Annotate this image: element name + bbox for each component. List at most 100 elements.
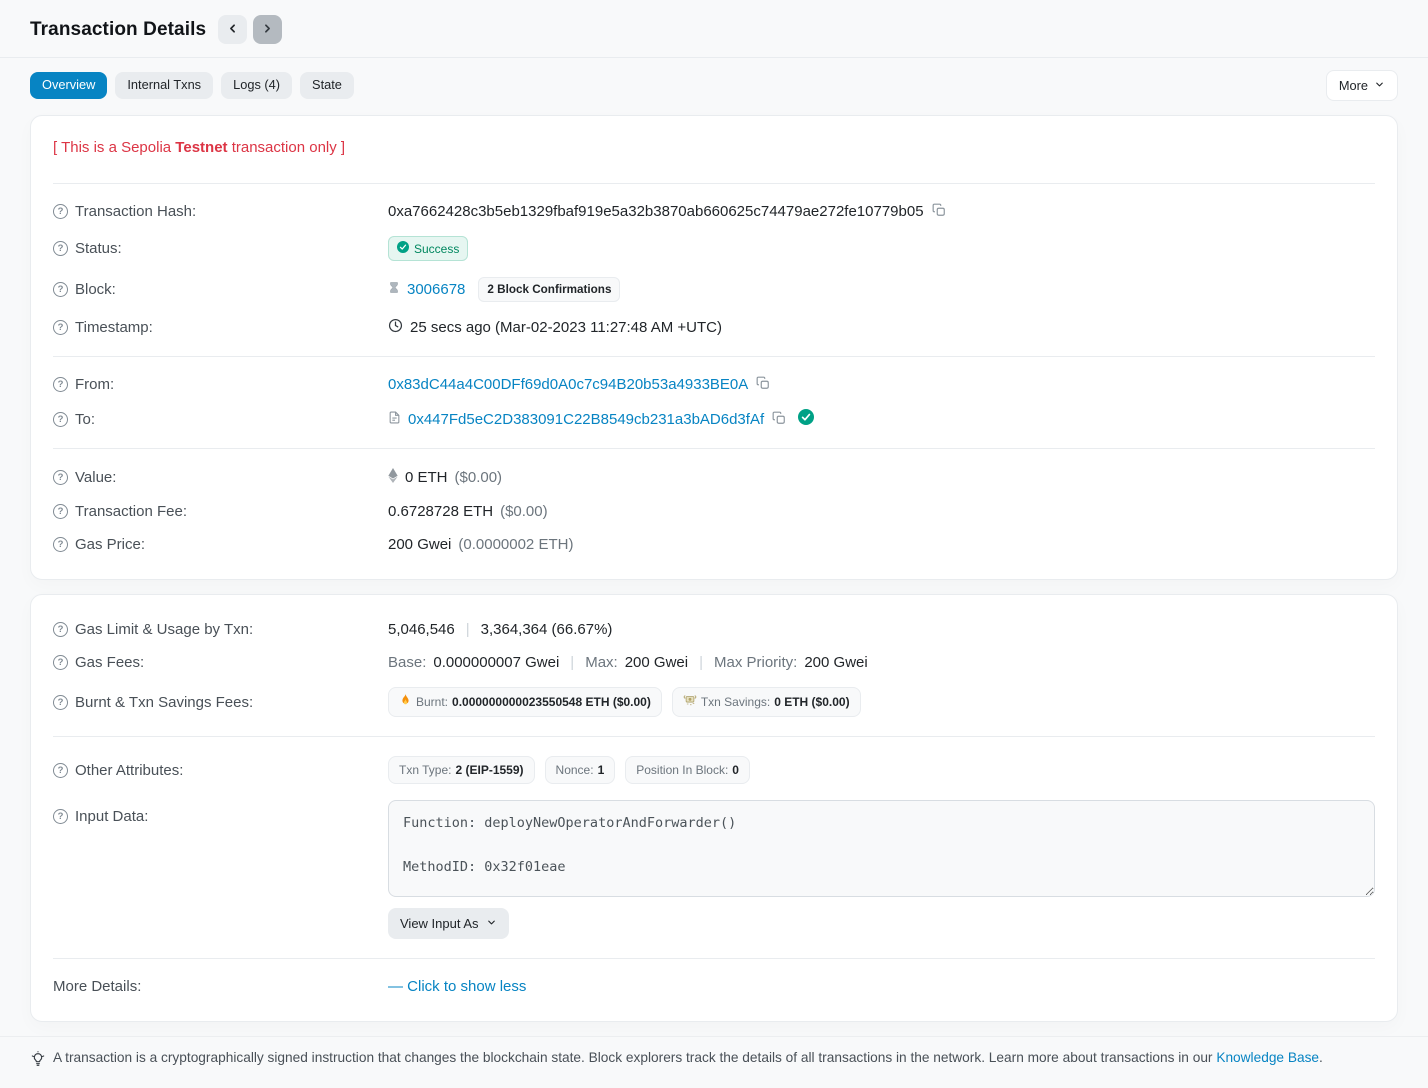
- divider: [53, 183, 1375, 184]
- transaction-fee-amount: 0.6728728 ETH: [388, 503, 493, 520]
- copy-icon: [772, 411, 786, 428]
- txn-type-value: 2 (EIP-1559): [455, 763, 523, 777]
- value-row: ? Value: 0 ETH ($0.00): [53, 460, 1375, 495]
- lightbulb-icon: [30, 1051, 46, 1070]
- other-attributes-row: ? Other Attributes: Txn Type: 2 (EIP-155…: [53, 748, 1375, 792]
- question-icon[interactable]: ?: [53, 763, 68, 778]
- transaction-fee-usd: ($0.00): [500, 503, 548, 520]
- question-icon[interactable]: ?: [53, 282, 68, 297]
- max-priority-value: 200 Gwei: [804, 654, 867, 671]
- status-badge: Success: [388, 236, 468, 261]
- view-input-as-button[interactable]: View Input As: [388, 908, 509, 939]
- tab-overview[interactable]: Overview: [30, 72, 107, 99]
- footer-text: A transaction is a cryptographically sig…: [53, 1050, 1213, 1065]
- gas-limit-row: ? Gas Limit & Usage by Txn: 5,046,546 | …: [53, 613, 1375, 646]
- testnet-warning: [ This is a Sepolia Testnet transaction …: [53, 134, 1375, 172]
- input-data-row: ? Input Data: Function: deployNewOperato…: [53, 792, 1375, 947]
- verified-check-icon: [798, 409, 814, 429]
- question-icon[interactable]: ?: [53, 412, 68, 427]
- check-circle-icon: [397, 241, 409, 256]
- to-row: ? To: 0x447Fd5eC2D383091C22B8549cb231a3b…: [53, 401, 1375, 437]
- question-icon[interactable]: ?: [53, 622, 68, 637]
- question-icon[interactable]: ?: [53, 655, 68, 670]
- more-button-label: More: [1339, 78, 1368, 93]
- nonce-badge: Nonce: 1: [545, 756, 616, 784]
- position-in-block-label: Position In Block:: [636, 763, 728, 777]
- chevron-down-icon: [1374, 78, 1385, 93]
- money-wings-icon: [683, 694, 697, 710]
- status-row: ? Status: Success: [53, 228, 1375, 269]
- gas-usage-value: 3,364,364 (66.67%): [481, 621, 613, 638]
- burnt-value: 0.000000000023550548 ETH ($0.00): [452, 695, 651, 709]
- copy-to-address-button[interactable]: [771, 411, 787, 428]
- other-attributes-label: Other Attributes:: [75, 762, 183, 779]
- burnt-badge: Burnt: 0.000000000023550548 ETH ($0.00): [388, 687, 662, 717]
- show-less-link[interactable]: — Click to show less: [388, 978, 526, 995]
- separator: |: [695, 654, 707, 671]
- copy-from-address-button[interactable]: [755, 376, 771, 393]
- more-details-row: More Details: — Click to show less: [53, 970, 1375, 1003]
- pagination-controls: [218, 15, 282, 44]
- contract-icon: [388, 410, 401, 429]
- flame-icon: [399, 694, 412, 710]
- tab-logs[interactable]: Logs (4): [221, 72, 292, 99]
- gas-fees-label: Gas Fees:: [75, 654, 144, 671]
- burnt-label: Burnt:: [416, 695, 448, 709]
- question-icon[interactable]: ?: [53, 809, 68, 824]
- separator: |: [462, 621, 474, 638]
- transaction-hash-row: ? Transaction Hash: 0xa7662428c3b5eb1329…: [53, 195, 1375, 228]
- chevron-down-icon: [486, 916, 497, 931]
- copy-hash-button[interactable]: [931, 203, 947, 220]
- timestamp-value: 25 secs ago (Mar-02-2023 11:27:48 AM +UT…: [410, 319, 722, 336]
- transaction-hash-label: Transaction Hash:: [75, 203, 196, 220]
- question-icon[interactable]: ?: [53, 241, 68, 256]
- copy-icon: [756, 376, 770, 393]
- tab-toolbar: Overview Internal Txns Logs (4) State Mo…: [0, 58, 1428, 115]
- position-in-block-value: 0: [732, 763, 739, 777]
- nonce-label: Nonce:: [556, 763, 594, 777]
- question-icon[interactable]: ?: [53, 695, 68, 710]
- gas-price-label: Gas Price:: [75, 536, 145, 553]
- gas-price-row: ? Gas Price: 200 Gwei (0.0000002 ETH): [53, 528, 1375, 561]
- to-address-link[interactable]: 0x447Fd5eC2D383091C22B8549cb231a3bAD6d3f…: [408, 411, 764, 428]
- burnt-savings-row: ? Burnt & Txn Savings Fees: Burnt: 0.000…: [53, 679, 1375, 725]
- warning-emphasis: Testnet: [175, 139, 227, 156]
- block-number-link[interactable]: 3006678: [407, 281, 465, 298]
- value-amount: 0 ETH: [405, 469, 448, 486]
- gas-fees-row: ? Gas Fees: Base: 0.000000007 Gwei | Max…: [53, 646, 1375, 679]
- next-transaction-button[interactable]: [253, 15, 282, 44]
- question-icon[interactable]: ?: [53, 377, 68, 392]
- question-icon[interactable]: ?: [53, 504, 68, 519]
- more-dropdown-button[interactable]: More: [1326, 70, 1398, 101]
- input-data-textarea[interactable]: Function: deployNewOperatorAndForwarder(…: [388, 800, 1375, 897]
- status-label: Status:: [75, 240, 122, 257]
- chevron-right-icon: [261, 22, 274, 38]
- tab-state[interactable]: State: [300, 72, 354, 99]
- input-data-label: Input Data:: [75, 808, 148, 825]
- from-row: ? From: 0x83dC44a4C00DFf69d0A0c7c94B20b5…: [53, 368, 1375, 401]
- position-in-block-badge: Position In Block: 0: [625, 756, 750, 784]
- knowledge-base-link[interactable]: Knowledge Base: [1216, 1050, 1319, 1065]
- gas-price-eth: (0.0000002 ETH): [458, 536, 573, 553]
- to-label: To:: [75, 411, 95, 428]
- question-icon[interactable]: ?: [53, 537, 68, 552]
- copy-icon: [932, 203, 946, 220]
- prev-transaction-button[interactable]: [218, 15, 247, 44]
- more-details-label: More Details:: [53, 978, 141, 995]
- eth-icon: [388, 468, 398, 487]
- from-address-link[interactable]: 0x83dC44a4C00DFf69d0A0c7c94B20b53a4933BE…: [388, 376, 748, 393]
- warning-prefix: [ This is a Sepolia: [53, 139, 175, 156]
- question-icon[interactable]: ?: [53, 470, 68, 485]
- base-fee-value: 0.000000007 Gwei: [433, 654, 559, 671]
- divider: [53, 356, 1375, 357]
- nonce-value: 1: [598, 763, 605, 777]
- gas-limit-value: 5,046,546: [388, 621, 455, 638]
- page-title: Transaction Details: [30, 19, 206, 41]
- question-icon[interactable]: ?: [53, 204, 68, 219]
- overview-card: [ This is a Sepolia Testnet transaction …: [30, 115, 1398, 580]
- txn-savings-badge: Txn Savings: 0 ETH ($0.00): [672, 687, 861, 717]
- tab-internal-txns[interactable]: Internal Txns: [115, 72, 213, 99]
- txn-type-badge: Txn Type: 2 (EIP-1559): [388, 756, 535, 784]
- question-icon[interactable]: ?: [53, 320, 68, 335]
- max-fee-label: Max:: [585, 654, 618, 671]
